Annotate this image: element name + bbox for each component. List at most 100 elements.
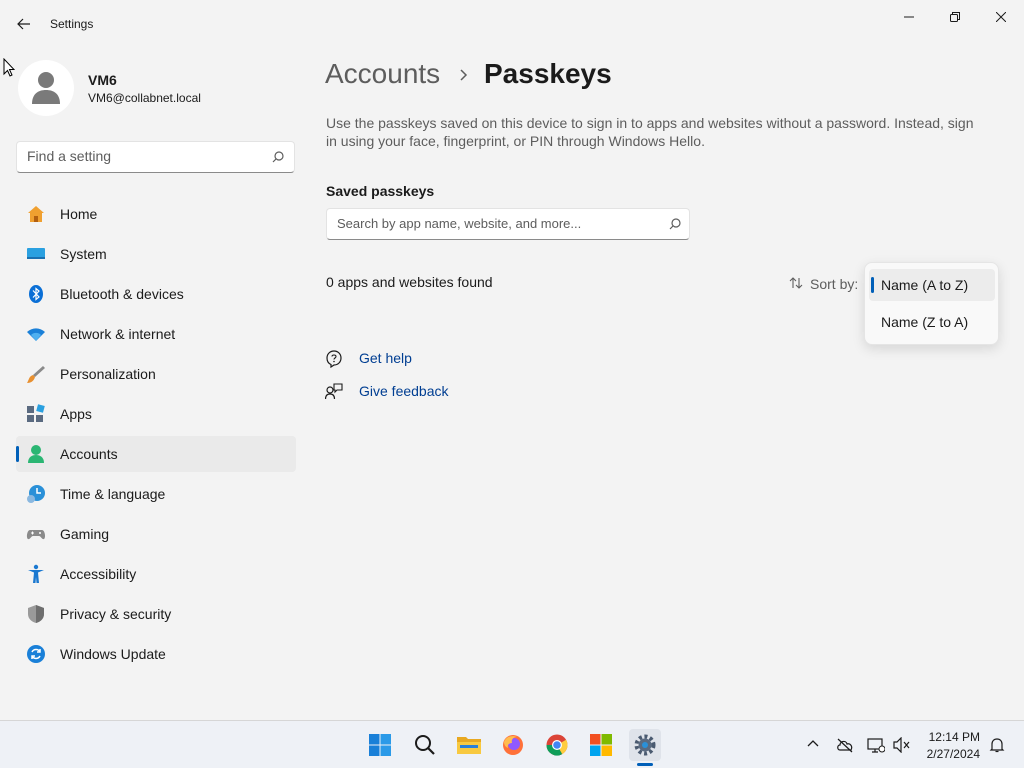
clock-date[interactable]: 2/27/2024 [918,747,980,761]
clock-time[interactable]: 12:14 PM [918,730,980,744]
sidebar-item-label: Bluetooth & devices [60,286,184,302]
results-count: 0 apps and websites found [326,274,493,290]
section-title: Saved passkeys [326,183,435,199]
sort-option-label: Name (Z to A) [881,314,969,330]
sidebar-item-time-language[interactable]: Time & language [16,476,296,512]
feedback-icon [325,383,343,400]
time-language-icon [27,485,45,503]
sidebar-item-label: Accessibility [60,566,137,582]
user-icon [32,72,60,104]
sidebar-item-label: Privacy & security [60,606,172,622]
active-app-indicator [637,763,653,766]
minimize-icon [904,16,914,18]
search-icon [669,218,681,230]
sidebar-nav: Home System Bluetooth & devices Network … [16,196,296,676]
close-button[interactable] [978,4,1024,30]
sidebar-item-apps[interactable]: Apps [16,396,296,432]
network-icon [27,328,45,341]
chevron-right-icon [460,69,468,81]
sidebar-item-label: Home [60,206,98,222]
volume-muted-icon[interactable] [893,737,911,753]
update-icon [27,645,45,663]
personalization-icon [27,366,45,383]
taskbar: 12:14 PM 2/27/2024 [0,720,1024,768]
mouse-cursor-icon [3,58,15,77]
back-button[interactable] [12,12,36,36]
store-icon [590,734,612,756]
accessibility-icon [28,564,44,583]
taskbar-microsoft-store[interactable] [585,729,617,761]
sidebar-item-label: Time & language [60,486,166,502]
passkey-search-input[interactable] [337,216,657,231]
get-help-label[interactable]: Get help [359,350,412,366]
taskbar-chrome[interactable] [541,729,573,761]
sidebar-item-label: Network & internet [60,326,176,342]
taskbar-firefox[interactable] [497,729,529,761]
firefox-icon [503,735,523,755]
cloud-offline-icon[interactable] [836,737,854,753]
accounts-icon [28,445,44,463]
apps-icon [27,404,45,422]
windows-logo-icon [369,734,391,756]
search-input[interactable] [27,148,257,164]
sidebar-item-network[interactable]: Network & internet [16,316,296,352]
sidebar-item-system[interactable]: System [16,236,296,272]
sort-dropdown-menu: Name (A to Z) Name (Z to A) [864,262,999,345]
sidebar-item-bluetooth[interactable]: Bluetooth & devices [16,276,296,312]
sidebar-item-privacy-security[interactable]: Privacy & security [16,596,296,632]
sidebar-item-label: Windows Update [60,646,166,662]
title-bar: Settings [0,0,1024,48]
sort-option-label: Name (A to Z) [881,277,969,293]
page-title: Passkeys [484,58,612,89]
give-feedback-link[interactable]: Give feedback [325,383,449,401]
taskbar-settings[interactable] [629,729,661,761]
avatar[interactable] [18,60,74,116]
chrome-icon [546,734,568,756]
sort-icon [789,277,803,289]
find-setting-box[interactable] [16,141,295,173]
taskbar-search-button[interactable] [409,729,441,761]
close-icon [996,12,1006,22]
sidebar-item-label: Apps [60,406,92,422]
sidebar-item-label: Gaming [60,526,110,542]
sidebar-item-label: Personalization [60,366,156,382]
sidebar-item-label: Accounts [60,446,118,462]
home-icon [28,206,44,222]
back-arrow-icon [17,18,30,30]
search-icon [272,151,284,163]
bluetooth-icon [29,285,43,303]
app-title: Settings [50,17,94,31]
passkey-search-box[interactable] [326,208,690,240]
user-email: VM6@collabnet.local [88,91,201,105]
sidebar-item-label: System [60,246,107,262]
get-help-link[interactable]: Get help [325,350,412,368]
minimize-button[interactable] [886,4,932,30]
chevron-up-icon[interactable] [806,737,820,751]
sidebar-item-accounts[interactable]: Accounts [16,436,296,472]
help-icon [326,350,342,368]
restore-button[interactable] [932,4,978,30]
sidebar-item-personalization[interactable]: Personalization [16,356,296,392]
start-button[interactable] [364,729,396,761]
sort-option-a-to-z[interactable]: Name (A to Z) [869,269,995,301]
system-icon [27,248,45,259]
sort-option-z-to-a[interactable]: Name (Z to A) [869,306,995,338]
gaming-icon [26,530,46,540]
user-name: VM6 [88,72,117,88]
breadcrumb-parent[interactable]: Accounts [325,58,440,90]
shield-icon [28,605,44,623]
folder-icon [457,737,481,754]
sidebar-item-home[interactable]: Home [16,196,296,232]
notification-bell-icon[interactable] [989,737,1005,753]
page-description: Use the passkeys saved on this device to… [326,115,974,149]
sidebar-item-gaming[interactable]: Gaming [16,516,296,552]
sort-label[interactable]: Sort by: [810,276,858,292]
sidebar-item-accessibility[interactable]: Accessibility [16,556,296,592]
taskbar-file-explorer[interactable] [453,729,485,761]
give-feedback-label[interactable]: Give feedback [359,383,449,399]
restore-icon [950,12,960,22]
sidebar-item-windows-update[interactable]: Windows Update [16,636,296,672]
gear-icon [634,734,656,756]
search-icon [415,735,435,755]
network-icon[interactable] [867,737,885,753]
